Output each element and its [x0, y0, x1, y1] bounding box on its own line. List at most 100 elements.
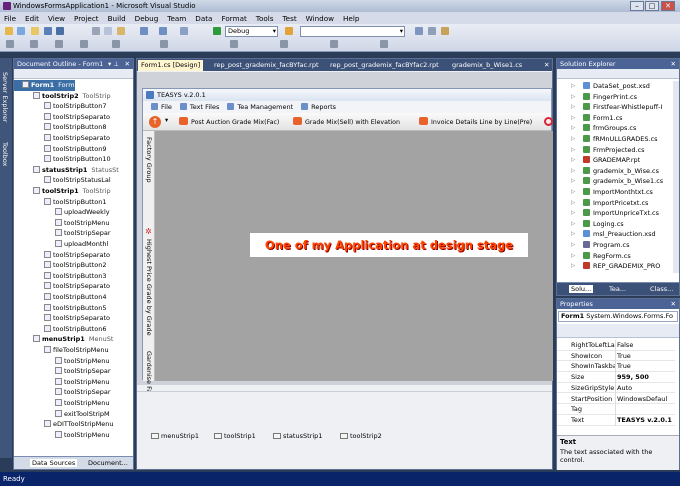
menu-window[interactable]: Window — [306, 14, 334, 23]
tray-toolstrip1[interactable]: toolStrip1 — [214, 432, 256, 440]
object-selector[interactable]: Form1 System.Windows.Forms.Fo — [558, 311, 678, 322]
chevron-down-icon[interactable]: ▾ — [165, 117, 168, 124]
form-menu-item[interactable]: File — [151, 103, 172, 111]
expand-icon[interactable]: ▷ — [571, 229, 575, 240]
undo-icon[interactable] — [140, 27, 148, 35]
tab-order-icon[interactable] — [330, 40, 338, 48]
team-explorer-tab[interactable]: Tea... — [609, 285, 626, 293]
paste-icon[interactable] — [117, 27, 125, 35]
add-item-icon[interactable] — [17, 27, 25, 35]
designed-form[interactable]: TEASYS v.2.0.1 File Text Files Tea Managem… — [142, 88, 553, 397]
tray-statusstrip1[interactable]: statusStrip1 — [273, 432, 322, 440]
spacing-icon[interactable] — [160, 40, 168, 48]
expand-icon[interactable]: ▷ — [571, 251, 575, 262]
solution-file-item[interactable]: ▷ GRADEMAP.rpt — [571, 155, 640, 166]
outline-tree-item[interactable]: toolStripSeparato — [14, 133, 110, 144]
solution-file-item[interactable]: ▷ ImportMonthtxt.cs — [571, 187, 653, 198]
outline-tree-item[interactable]: toolStripSepar — [14, 228, 111, 239]
outline-tree-item[interactable]: toolStripButton1 — [14, 197, 107, 208]
toolbox-icon[interactable] — [441, 27, 449, 35]
property-row[interactable]: Text TEASYS v.2.0.1 — [557, 414, 675, 426]
expand-icon[interactable]: ▷ — [571, 92, 575, 103]
outline-tree-item[interactable]: toolStripButton4 — [14, 292, 107, 303]
make-same-size-icon[interactable] — [112, 40, 120, 48]
solution-file-item[interactable]: ▷ FrmProjected.cs — [571, 145, 645, 156]
menu-view[interactable]: View — [48, 14, 65, 23]
close-icon[interactable]: ✕ — [671, 299, 676, 309]
menu-build[interactable]: Build — [108, 14, 126, 23]
lock-controls-icon[interactable] — [380, 40, 388, 48]
expand-icon[interactable]: ▷ — [571, 261, 575, 272]
tray-toolstrip2[interactable]: toolStrip2 — [340, 432, 382, 440]
outline-tree-item[interactable]: toolStripButton5 — [14, 303, 107, 314]
expand-icon[interactable]: ▷ — [571, 102, 575, 113]
menu-help[interactable]: Help — [343, 14, 359, 23]
expand-icon[interactable]: ▷ — [571, 166, 575, 177]
tab-grademix-b-wise1[interactable]: grademix_b_Wise1.cs — [449, 60, 525, 71]
expand-icon[interactable]: ▷ — [571, 145, 575, 156]
config-dropdown[interactable]: Debug ▾ — [225, 26, 278, 37]
outline-tree-item[interactable]: toolStripMenu — [14, 377, 109, 388]
bring-to-front-icon[interactable] — [230, 40, 238, 48]
solution-tab[interactable]: Solu... — [569, 285, 594, 293]
maximize-button[interactable]: □ — [645, 1, 659, 11]
outline-tree-item[interactable]: toolStripSeparato — [14, 281, 110, 292]
form-menu-item[interactable]: Reports — [301, 103, 336, 111]
property-value[interactable]: True — [617, 361, 631, 372]
save-icon[interactable] — [44, 27, 52, 35]
expand-icon[interactable]: ▷ — [571, 176, 575, 187]
cut-icon[interactable] — [92, 27, 100, 35]
property-value[interactable]: False — [617, 340, 633, 351]
start-debug-icon[interactable] — [213, 27, 221, 35]
class-view-tab[interactable]: Class... — [650, 285, 673, 293]
align-right-icon[interactable] — [55, 40, 63, 48]
side-strip-gardenise[interactable]: Gardenise Fac — [145, 351, 153, 397]
outline-tree-item[interactable]: Form1 Form — [14, 80, 75, 91]
form-menu-item[interactable]: Tea Management — [227, 103, 293, 111]
menu-tools[interactable]: Tools — [256, 14, 274, 23]
toolstrip-button-grade-mix-sell[interactable]: Grade Mix(Sell) with Elevation — [293, 117, 400, 126]
outline-tree-item[interactable]: exitToolStripM — [14, 409, 110, 420]
outline-tree-item[interactable]: toolStrip2 ToolStrip — [14, 91, 111, 102]
new-project-icon[interactable] — [5, 27, 13, 35]
find-dropdown[interactable]: ▾ — [300, 26, 405, 37]
toolstrip-button-invoice-details[interactable]: Invoice Details Line by Line(Pre) — [419, 117, 532, 126]
send-to-back-icon[interactable] — [280, 40, 288, 48]
solution-file-item[interactable]: ▷ Firstfear-Whistlepuff-I — [571, 102, 662, 113]
menu-debug[interactable]: Debug — [135, 14, 159, 23]
side-strip-highest-price[interactable]: Highest Price Grade by Grade — [145, 239, 153, 336]
data-sources-tab[interactable]: Data Sources — [30, 459, 78, 467]
outline-tree-item[interactable]: toolStripButton8 — [14, 122, 107, 133]
align-center-icon[interactable] — [30, 40, 38, 48]
menu-file[interactable]: File — [4, 14, 16, 23]
solution-file-item[interactable]: ▷ ImportPricetxt.cs — [571, 198, 648, 209]
close-button[interactable]: ✕ — [661, 1, 675, 11]
align-top-icon[interactable] — [80, 40, 88, 48]
outline-tree-item[interactable]: toolStripButton10 — [14, 154, 111, 165]
property-value[interactable]: WindowsDefaul — [617, 394, 667, 405]
align-left-icon[interactable] — [6, 40, 14, 48]
tab-form1-design[interactable]: Form1.cs [Design] — [138, 60, 204, 71]
outline-tree-item[interactable]: eDITToolStripMenu — [14, 419, 114, 430]
property-row[interactable]: RightToLeftLa False — [557, 340, 675, 351]
navigate-back-icon[interactable] — [180, 27, 188, 35]
expand-icon[interactable]: ▷ — [571, 208, 575, 219]
expand-icon[interactable]: ▷ — [571, 219, 575, 230]
menu-data[interactable]: Data — [195, 14, 212, 23]
outline-tree-item[interactable]: toolStripButton6 — [14, 324, 107, 335]
side-strip-factory-group[interactable]: Factory Group — [145, 137, 153, 183]
outline-tree-item[interactable]: menuStrip1 MenuSt — [14, 334, 113, 345]
close-icon[interactable]: ✕ — [671, 59, 676, 69]
expand-icon[interactable]: ▷ — [571, 198, 575, 209]
toolstrip-button-post-auction[interactable]: Post Auction Grade Mix(Fac) — [179, 117, 279, 126]
outline-tree-item[interactable]: toolStripSeparato — [14, 313, 110, 324]
open-icon[interactable] — [31, 27, 39, 35]
property-value[interactable]: TEASYS v.2.0.1 — [617, 415, 672, 426]
outline-tree-item[interactable]: toolStripSeparato — [14, 250, 110, 261]
solution-file-item[interactable]: ▷ RegForm.cs — [571, 251, 631, 262]
menu-format[interactable]: Format — [221, 14, 246, 23]
solution-file-item[interactable]: ▷ Form1.cs — [571, 113, 623, 124]
outline-tree-item[interactable]: toolStripMenu — [14, 218, 109, 229]
minimize-button[interactable]: – — [630, 1, 644, 11]
outline-tree-item[interactable]: toolStripButton7 — [14, 101, 107, 112]
